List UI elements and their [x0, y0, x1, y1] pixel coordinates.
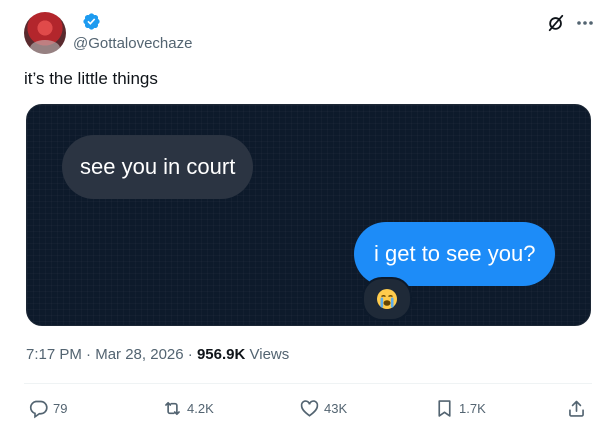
- meta-separator: ·: [86, 346, 92, 363]
- views-count: 956.9K: [196, 346, 246, 363]
- tweet-media-image[interactable]: see you in court i get to see you?: [26, 104, 591, 326]
- reply-icon: [29, 400, 48, 418]
- repost-count: 4.2K: [187, 400, 214, 416]
- meta-separator: ·: [187, 346, 193, 363]
- user-handle[interactable]: @Gottalovechaze: [73, 35, 192, 52]
- more-icon[interactable]: [574, 14, 596, 32]
- tweet-meta: 7:17 PM · Mar 28, 2026 · 956.9K Views: [26, 346, 289, 363]
- views-label: Views: [249, 346, 290, 363]
- reply-button[interactable]: 79: [28, 396, 67, 420]
- heart-icon: [300, 399, 319, 417]
- received-message-bubble: see you in court: [62, 135, 254, 199]
- tweet-date[interactable]: Mar 28, 2026: [95, 346, 183, 363]
- divider: [24, 383, 592, 384]
- bookmark-button[interactable]: 1.7K: [434, 396, 486, 420]
- like-count: 43K: [324, 400, 348, 416]
- grok-icon[interactable]: [547, 14, 565, 32]
- share-button[interactable]: [566, 396, 587, 420]
- reply-count: 79: [53, 400, 68, 416]
- share-icon: [569, 400, 584, 417]
- crying-face-icon: [377, 289, 397, 309]
- repost-button[interactable]: 4.2K: [162, 396, 214, 420]
- bookmark-count: 1.7K: [459, 400, 486, 416]
- tweet-time[interactable]: 7:17 PM: [26, 346, 82, 363]
- avatar[interactable]: [24, 12, 66, 54]
- crying-emoji-reaction: [362, 277, 412, 321]
- bookmark-icon: [438, 399, 451, 417]
- repost-icon: [165, 401, 180, 415]
- avatar-detail: [30, 40, 60, 54]
- like-button[interactable]: 43K: [299, 396, 347, 420]
- tweet: @Gottalovechaze it’s the little things s…: [0, 0, 616, 431]
- verified-badge-icon: [83, 13, 100, 30]
- tweet-text: it’s the little things: [24, 69, 158, 88]
